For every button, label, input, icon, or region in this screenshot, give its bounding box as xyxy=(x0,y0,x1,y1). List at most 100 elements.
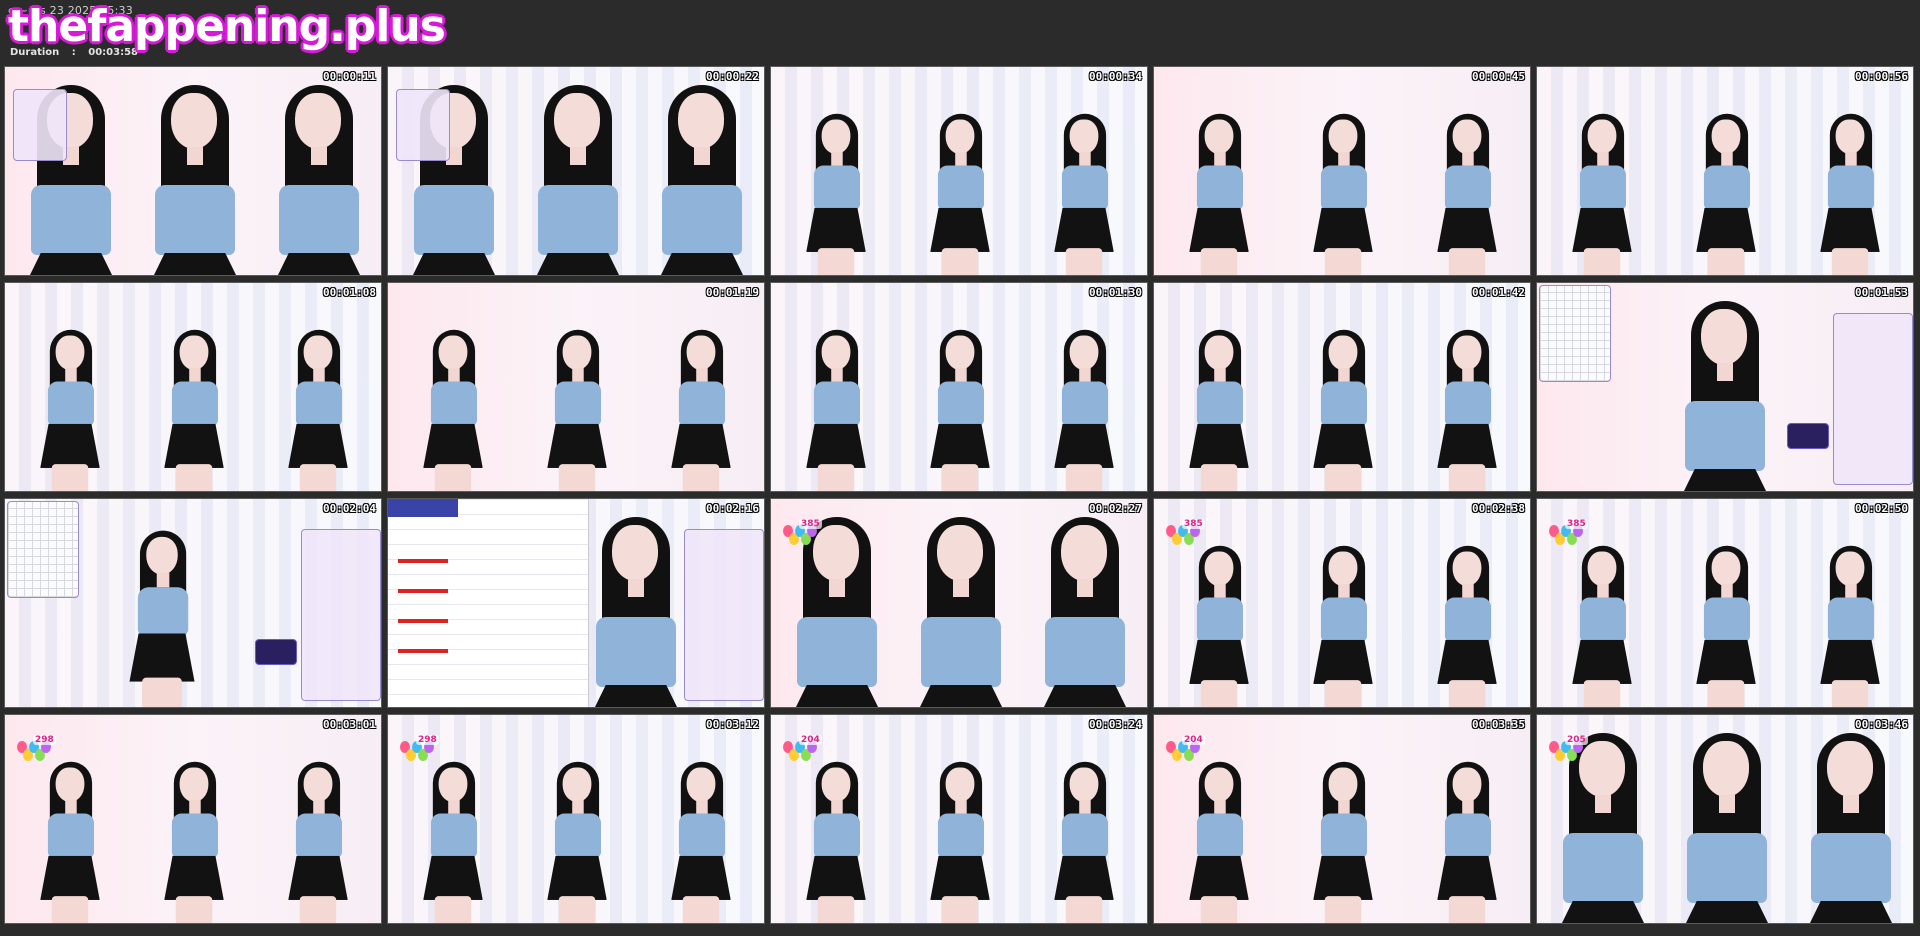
figure-face xyxy=(438,335,468,371)
video-thumbnail[interactable]: 298 00:03:01 xyxy=(4,714,382,924)
figure-face xyxy=(55,335,85,371)
figure-top xyxy=(1196,813,1243,858)
figure-neck xyxy=(1214,584,1226,598)
figure-neck xyxy=(189,800,201,814)
video-thumbnail[interactable]: 00:00:11 xyxy=(4,66,382,276)
figure-face xyxy=(821,767,851,803)
figure-face xyxy=(1587,119,1617,155)
video-thumbnail[interactable]: 00:01:53 xyxy=(1536,282,1914,492)
video-thumbnail[interactable]: 385 00:02:27 xyxy=(770,498,1148,708)
figure-skirt xyxy=(806,423,866,468)
figure-neck xyxy=(1462,368,1474,382)
figure-skirt xyxy=(40,855,100,900)
figure-skirt xyxy=(1189,423,1249,468)
figure-legs xyxy=(1448,680,1486,707)
stream-info-card xyxy=(396,89,450,161)
figure-legs xyxy=(1200,464,1238,491)
figure-neck xyxy=(1338,584,1350,598)
person-figure xyxy=(1679,733,1773,923)
figure-top xyxy=(538,185,618,255)
figure-neck xyxy=(696,368,708,382)
thumbnail-timestamp: 00:00:56 xyxy=(1855,70,1908,83)
person-figure xyxy=(588,517,682,707)
figure-neck xyxy=(1845,152,1857,166)
figure-legs xyxy=(1583,248,1621,275)
person-figure xyxy=(1174,309,1264,491)
figure-skirt xyxy=(412,253,496,275)
figure-neck xyxy=(1214,368,1226,382)
figure-legs xyxy=(1448,248,1486,275)
figure-face xyxy=(1204,551,1234,587)
figure-face xyxy=(1827,741,1873,797)
figure-legs xyxy=(1831,248,1869,275)
video-thumbnail[interactable]: 00:01:30 xyxy=(770,282,1148,492)
figure-face xyxy=(1835,551,1865,587)
video-thumbnail[interactable]: 298 00:03:12 xyxy=(387,714,765,924)
person-figure xyxy=(408,309,498,491)
thumbnail-timestamp: 00:03:24 xyxy=(1089,718,1142,731)
thumbnail-timestamp: 00:01:42 xyxy=(1472,286,1525,299)
person-figure xyxy=(113,508,212,707)
video-thumbnail[interactable]: 00:01:42 xyxy=(1153,282,1531,492)
figure-face xyxy=(562,335,592,371)
balloon-counter: 298 xyxy=(33,735,56,745)
figure-legs xyxy=(434,896,472,923)
video-thumbnail[interactable]: 00:02:16 xyxy=(387,498,765,708)
figure-legs xyxy=(817,464,855,491)
figure-neck xyxy=(1462,584,1474,598)
video-thumbnail[interactable]: 00:01:19 xyxy=(387,282,765,492)
figure-legs xyxy=(1583,680,1621,707)
sketch-bar xyxy=(398,589,448,593)
thumbnail-timestamp: 00:02:50 xyxy=(1855,502,1908,515)
figure-neck xyxy=(1595,795,1611,813)
figure-top xyxy=(1196,597,1243,642)
figure-skirt xyxy=(806,207,866,252)
video-thumbnail[interactable]: 204 00:03:24 xyxy=(770,714,1148,924)
person-figure xyxy=(532,309,622,491)
figure-skirt xyxy=(1685,901,1769,923)
video-thumbnail[interactable]: 00:02:04 xyxy=(4,498,382,708)
figure-top xyxy=(1703,165,1750,210)
stream-banner-panel xyxy=(255,639,297,665)
figure-skirt xyxy=(1572,639,1632,684)
person-figure xyxy=(1805,525,1895,707)
figure-face xyxy=(1069,767,1099,803)
video-thumbnail[interactable]: 385 00:02:50 xyxy=(1536,498,1914,708)
video-thumbnail[interactable]: 385 00:02:38 xyxy=(1153,498,1531,708)
thumbnail-timestamp: 00:02:27 xyxy=(1089,502,1142,515)
figure-top xyxy=(813,381,860,426)
person-figure xyxy=(1298,741,1388,923)
figure-neck xyxy=(1597,584,1609,598)
figure-skirt xyxy=(1437,855,1497,900)
video-thumbnail[interactable]: 204 00:03:35 xyxy=(1153,714,1531,924)
person-figure xyxy=(1422,525,1512,707)
balloon-counter: 204 xyxy=(1182,735,1205,745)
video-thumbnail[interactable]: 00:00:22 xyxy=(387,66,765,276)
site-watermark: thefappening.plus xyxy=(8,1,446,52)
figure-legs xyxy=(1065,896,1103,923)
video-thumbnail[interactable]: 205 00:03:46 xyxy=(1536,714,1914,924)
figure-neck xyxy=(572,368,584,382)
thumbnail-timestamp: 00:01:53 xyxy=(1855,286,1908,299)
figure-neck xyxy=(1721,152,1733,166)
video-thumbnail[interactable]: 00:00:34 xyxy=(770,66,1148,276)
figure-face xyxy=(1204,119,1234,155)
figure-top xyxy=(1703,597,1750,642)
figure-top xyxy=(797,617,877,687)
figure-top xyxy=(171,813,218,858)
figure-face xyxy=(1835,119,1865,155)
video-thumbnail[interactable]: 00:01:08 xyxy=(4,282,382,492)
figure-legs xyxy=(1065,464,1103,491)
figure-top xyxy=(813,813,860,858)
figure-skirt xyxy=(806,855,866,900)
figure-neck xyxy=(694,147,710,165)
figure-neck xyxy=(955,368,967,382)
figure-face xyxy=(1204,335,1234,371)
figure-top xyxy=(1196,165,1243,210)
figure-skirt xyxy=(1313,639,1373,684)
person-figure xyxy=(147,85,241,275)
thumbnail-timestamp: 00:01:30 xyxy=(1089,286,1142,299)
video-thumbnail[interactable]: 00:00:45 xyxy=(1153,66,1531,276)
video-thumbnail[interactable]: 00:00:56 xyxy=(1536,66,1914,276)
person-figure xyxy=(1039,741,1129,923)
